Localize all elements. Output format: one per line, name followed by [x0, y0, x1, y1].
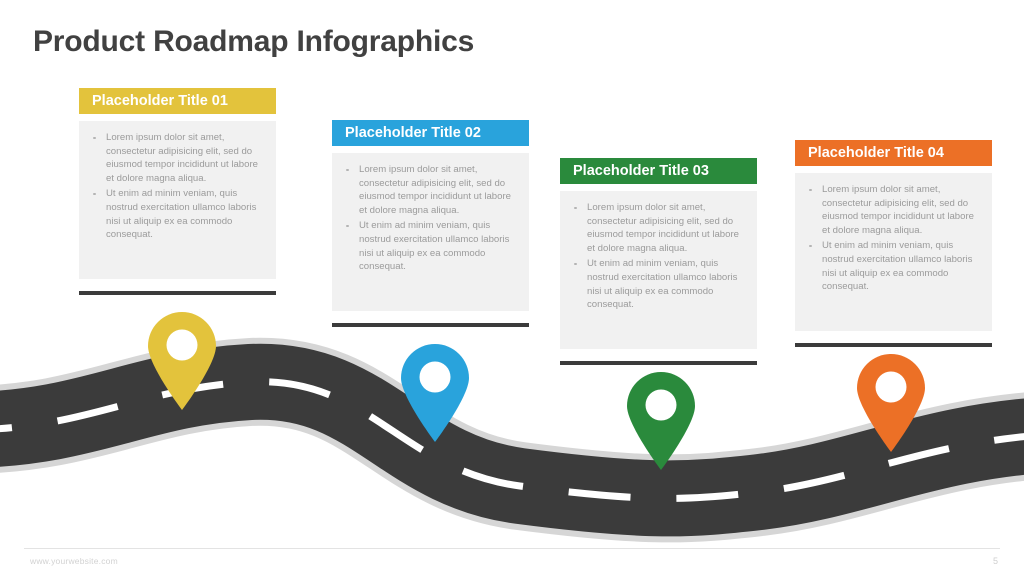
card-2-header: Placeholder Title 02: [332, 120, 529, 146]
card-4-body: Lorem ipsum dolor sit amet, consectetur …: [795, 173, 992, 331]
card-2-bullet-list: Lorem ipsum dolor sit amet, consectetur …: [342, 163, 517, 274]
card-3-header: Placeholder Title 03: [560, 158, 757, 184]
card-1-header: Placeholder Title 01: [79, 88, 276, 114]
list-item: Lorem ipsum dolor sit amet, consectetur …: [805, 183, 980, 237]
list-item: Lorem ipsum dolor sit amet, consectetur …: [342, 163, 517, 217]
card-4-bullet-list: Lorem ipsum dolor sit amet, consectetur …: [805, 183, 980, 294]
card-3-title: Placeholder Title 03: [573, 163, 709, 179]
card-2-title: Placeholder Title 02: [345, 125, 481, 141]
list-item: Ut enim ad minim veniam, quis nostrud ex…: [342, 219, 517, 273]
list-item: Lorem ipsum dolor sit amet, consectetur …: [89, 131, 264, 185]
map-pin-marker-3[interactable]: [625, 371, 697, 471]
card-1-title: Placeholder Title 01: [92, 93, 228, 109]
card-3-underline: [560, 361, 757, 365]
list-item: Ut enim ad minim veniam, quis nostrud ex…: [89, 187, 264, 241]
slide-canvas: Product Roadmap Infographics Placeholder…: [0, 0, 1024, 576]
list-item: Lorem ipsum dolor sit amet, consectetur …: [570, 201, 745, 255]
card-1-bullet-list: Lorem ipsum dolor sit amet, consectetur …: [89, 131, 264, 242]
card-1-body: Lorem ipsum dolor sit amet, consectetur …: [79, 121, 276, 279]
card-3-body: Lorem ipsum dolor sit amet, consectetur …: [560, 191, 757, 349]
footer-website-link[interactable]: www.yourwebsite.com: [30, 556, 118, 566]
list-item: Ut enim ad minim veniam, quis nostrud ex…: [805, 239, 980, 293]
map-pin-marker-1[interactable]: [146, 311, 218, 411]
card-2-underline: [332, 323, 529, 327]
card-4-title: Placeholder Title 04: [808, 145, 944, 161]
card-2-body: Lorem ipsum dolor sit amet, consectetur …: [332, 153, 529, 311]
map-pin-marker-2[interactable]: [399, 343, 471, 443]
footer-page-number: 5: [992, 556, 998, 566]
card-3-bullet-list: Lorem ipsum dolor sit amet, consectetur …: [570, 201, 745, 312]
list-item: Ut enim ad minim veniam, quis nostrud ex…: [570, 257, 745, 311]
footer-divider: [24, 548, 1000, 549]
card-1-underline: [79, 291, 276, 295]
card-4-header: Placeholder Title 04: [795, 140, 992, 166]
map-pin-marker-4[interactable]: [855, 353, 927, 453]
card-4-underline: [795, 343, 992, 347]
